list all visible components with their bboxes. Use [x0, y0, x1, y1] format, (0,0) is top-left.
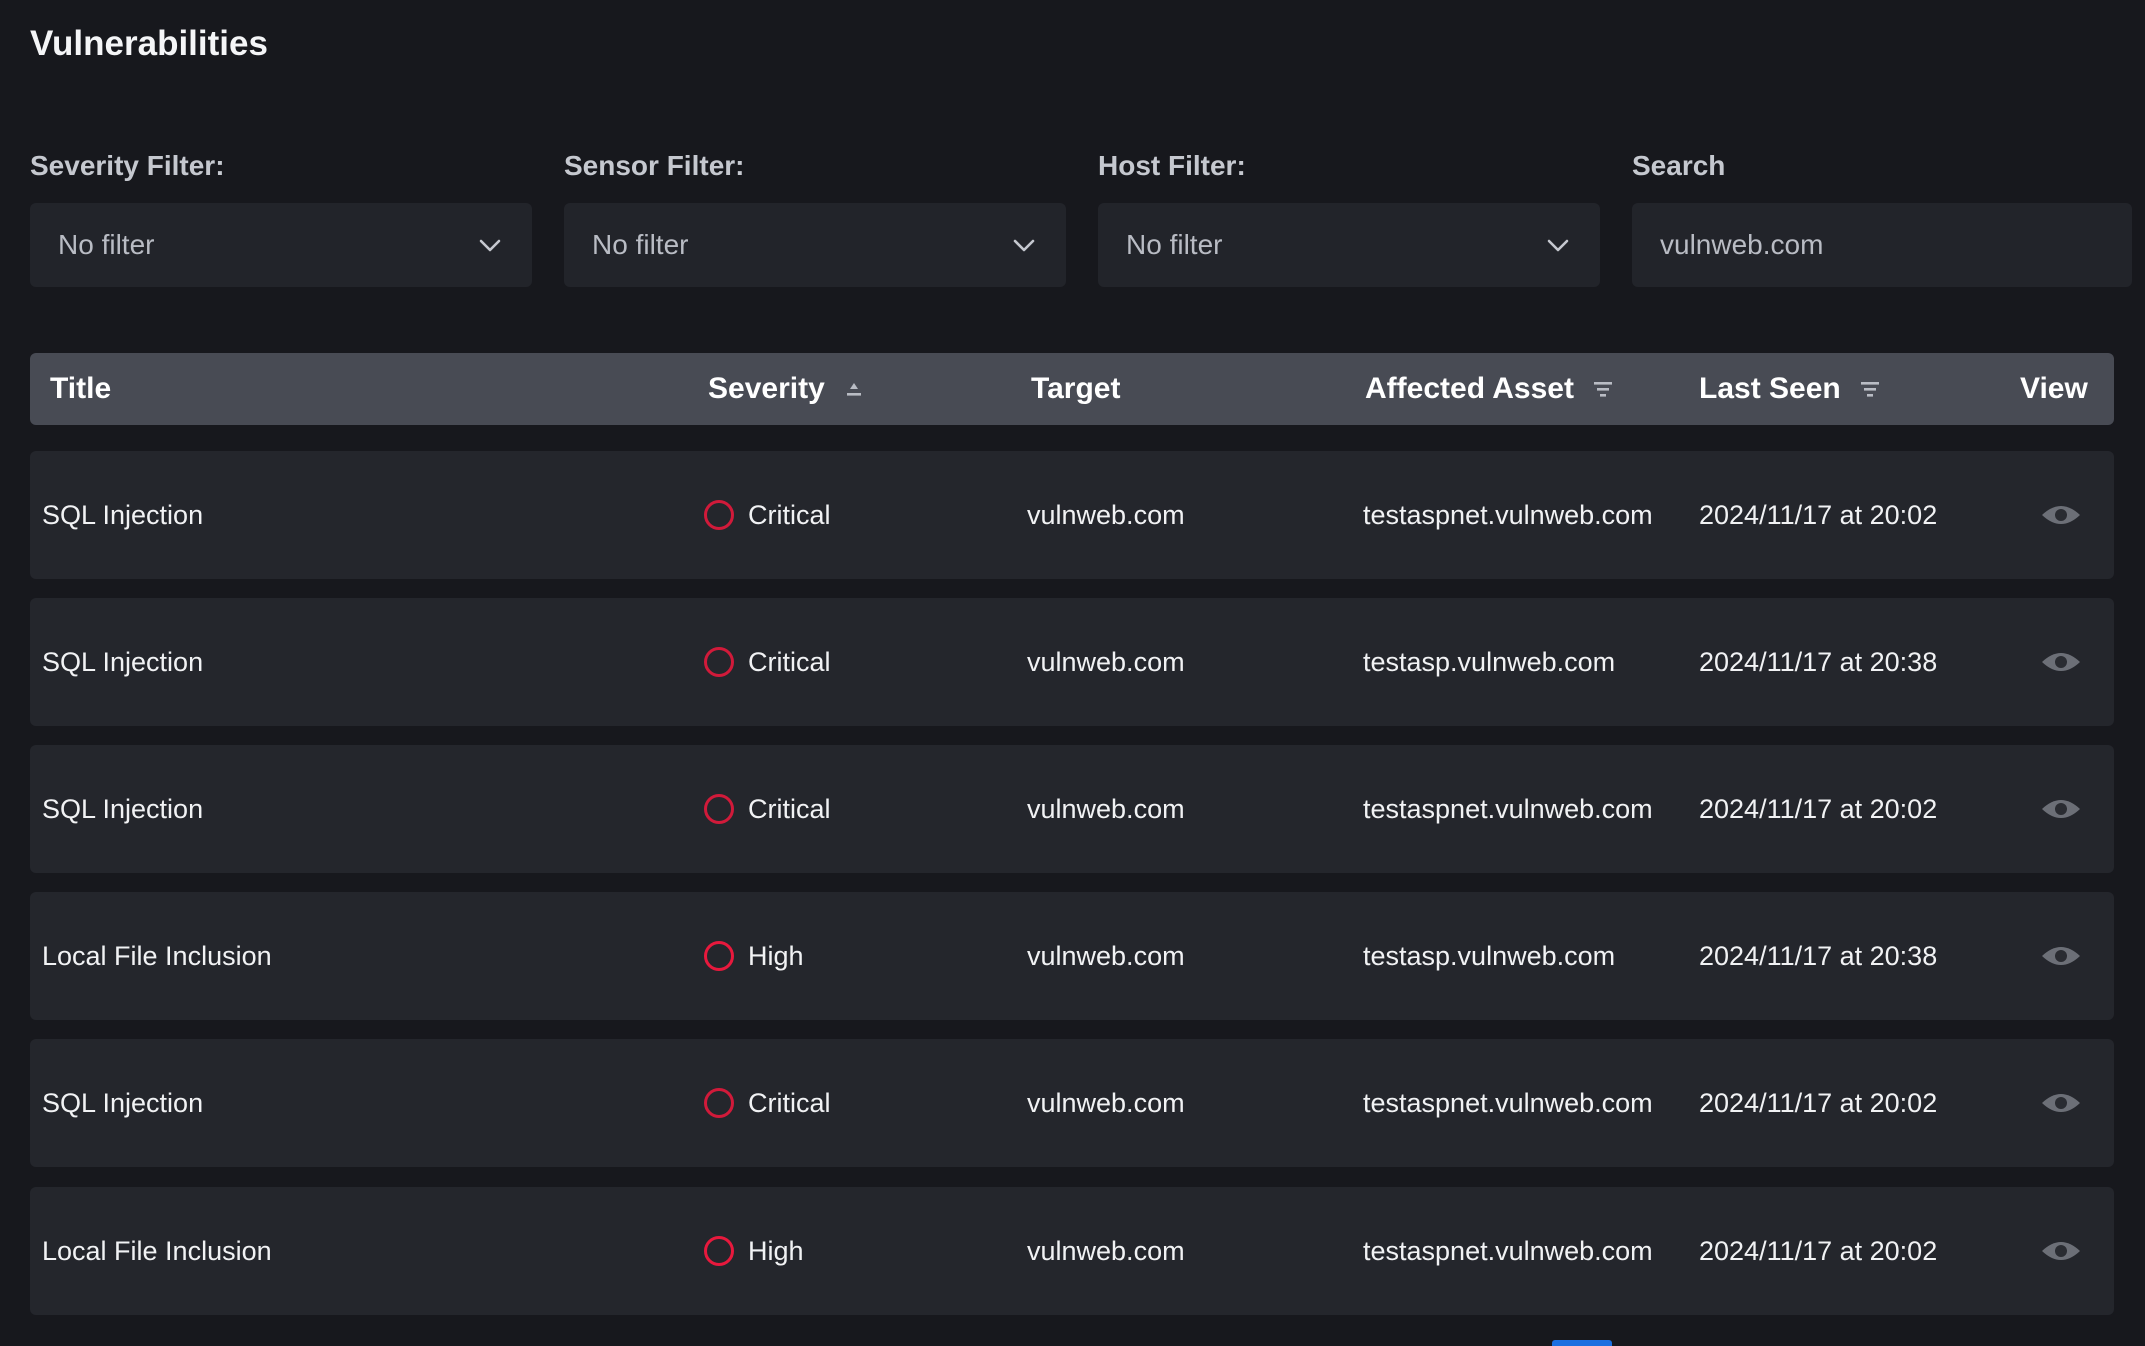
row-title: Local File Inclusion	[42, 940, 272, 971]
severity-ring-icon	[704, 647, 734, 677]
row-last-seen: 2024/11/17 at 20:02	[1699, 1235, 1938, 1266]
row-severity: Critical	[704, 451, 831, 579]
search-input[interactable]	[1632, 203, 2132, 287]
row-last-seen: 2024/11/17 at 20:02	[1699, 1087, 1938, 1118]
host-filter-value: No filter	[1126, 229, 1223, 260]
row-title: SQL Injection	[42, 1087, 204, 1118]
column-header-severity[interactable]: Severity	[708, 353, 865, 425]
row-target: vulnweb.com	[1027, 940, 1185, 971]
row-severity: Critical	[704, 1039, 831, 1167]
column-target-label: Target	[1031, 372, 1121, 405]
severity-label: Critical	[748, 646, 831, 677]
row-severity: Critical	[704, 745, 831, 873]
row-severity: High	[704, 892, 804, 1020]
sensor-filter-value: No filter	[592, 229, 689, 260]
severity-filter-select[interactable]: No filter	[30, 203, 532, 287]
severity-ring-icon	[704, 1236, 734, 1266]
table-row[interactable]: SQL Injection Critical vulnweb.com testa…	[30, 598, 2114, 726]
table-header: Title Severity Target Affected Asset Las…	[30, 353, 2114, 425]
table-row[interactable]: SQL Injection Critical vulnweb.com testa…	[30, 745, 2114, 873]
filter-icon[interactable]	[1859, 378, 1881, 400]
row-affected-asset: testasp.vulnweb.com	[1363, 940, 1616, 971]
host-filter-select[interactable]: No filter	[1098, 203, 1600, 287]
column-header-affected-asset[interactable]: Affected Asset	[1365, 353, 1614, 425]
severity-label: High	[748, 940, 804, 971]
column-header-target[interactable]: Target	[1031, 353, 1120, 425]
row-last-seen: 2024/11/17 at 20:38	[1699, 940, 1938, 971]
host-filter-label: Host Filter:	[1098, 150, 1246, 181]
severity-ring-icon	[704, 794, 734, 824]
severity-ring-icon	[704, 500, 734, 530]
severity-label: Critical	[748, 793, 831, 824]
row-affected-asset: testaspnet.vulnweb.com	[1363, 793, 1653, 824]
column-severity-label: Severity	[708, 372, 825, 405]
row-severity: High	[704, 1187, 804, 1315]
row-last-seen: 2024/11/17 at 20:02	[1699, 793, 1938, 824]
row-title: SQL Injection	[42, 793, 204, 824]
severity-ring-icon	[704, 941, 734, 971]
table-row[interactable]: SQL Injection Critical vulnweb.com testa…	[30, 1039, 2114, 1167]
pagination-indicator[interactable]	[1552, 1340, 1612, 1346]
chevron-down-icon	[476, 231, 504, 259]
severity-filter-label: Severity Filter:	[30, 150, 225, 181]
sensor-filter-select[interactable]: No filter	[564, 203, 1066, 287]
row-target: vulnweb.com	[1027, 793, 1185, 824]
row-title: SQL Injection	[42, 646, 204, 677]
severity-label: Critical	[748, 499, 831, 530]
row-severity: Critical	[704, 598, 831, 726]
row-target: vulnweb.com	[1027, 646, 1185, 677]
table-row[interactable]: Local File Inclusion High vulnweb.com te…	[30, 892, 2114, 1020]
row-target: vulnweb.com	[1027, 499, 1185, 530]
severity-ring-icon	[704, 1088, 734, 1118]
severity-filter-value: No filter	[58, 229, 155, 260]
chevron-down-icon	[1010, 231, 1038, 259]
row-target: vulnweb.com	[1027, 1087, 1185, 1118]
table-row[interactable]: SQL Injection Critical vulnweb.com testa…	[30, 451, 2114, 579]
severity-label: Critical	[748, 1087, 831, 1118]
sensor-filter-label: Sensor Filter:	[564, 150, 745, 181]
table-row[interactable]: Local File Inclusion High vulnweb.com te…	[30, 1187, 2114, 1315]
eye-icon[interactable]	[2040, 598, 2082, 726]
row-affected-asset: testaspnet.vulnweb.com	[1363, 1087, 1653, 1118]
eye-icon[interactable]	[2040, 451, 2082, 579]
column-last-seen-label: Last Seen	[1699, 372, 1841, 405]
search-label: Search	[1632, 150, 1726, 181]
eye-icon[interactable]	[2040, 1039, 2082, 1167]
eye-icon[interactable]	[2040, 892, 2082, 1020]
row-target: vulnweb.com	[1027, 1235, 1185, 1266]
eye-icon[interactable]	[2040, 1187, 2082, 1315]
row-title: Local File Inclusion	[42, 1235, 272, 1266]
column-header-last-seen[interactable]: Last Seen	[1699, 353, 1881, 425]
row-affected-asset: testaspnet.vulnweb.com	[1363, 499, 1653, 530]
sort-icon[interactable]	[843, 378, 865, 400]
row-last-seen: 2024/11/17 at 20:38	[1699, 646, 1938, 677]
page-title: Vulnerabilities	[30, 24, 268, 63]
row-last-seen: 2024/11/17 at 20:02	[1699, 499, 1938, 530]
column-header-title[interactable]: Title	[50, 353, 111, 425]
column-asset-label: Affected Asset	[1365, 372, 1574, 405]
eye-icon[interactable]	[2040, 745, 2082, 873]
column-view-label: View	[2020, 372, 2088, 405]
filter-icon[interactable]	[1592, 378, 1614, 400]
row-affected-asset: testaspnet.vulnweb.com	[1363, 1235, 1653, 1266]
chevron-down-icon	[1544, 231, 1572, 259]
row-title: SQL Injection	[42, 499, 204, 530]
row-affected-asset: testasp.vulnweb.com	[1363, 646, 1616, 677]
severity-label: High	[748, 1235, 804, 1266]
vulnerabilities-page: Vulnerabilities Severity Filter: No filt…	[0, 0, 2145, 1346]
column-title-label: Title	[50, 372, 112, 405]
column-header-view: View	[2020, 353, 2088, 425]
